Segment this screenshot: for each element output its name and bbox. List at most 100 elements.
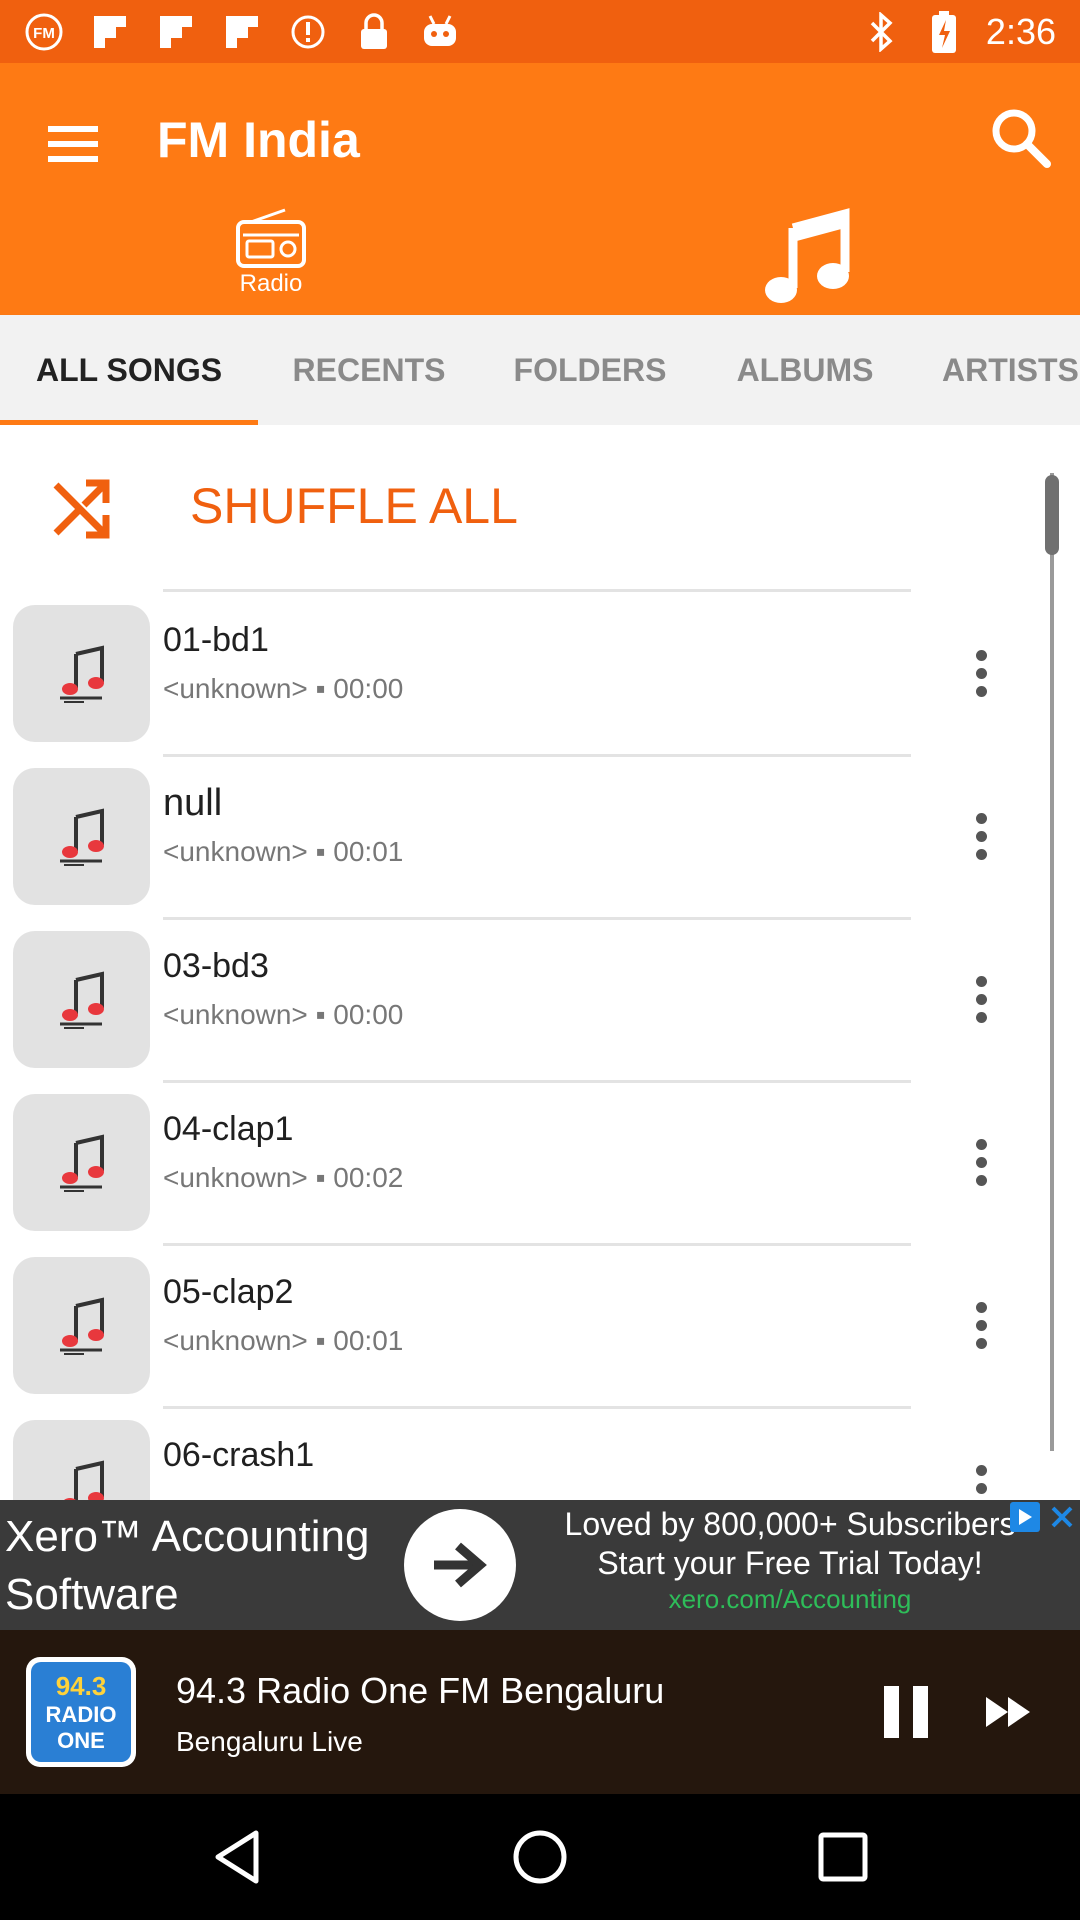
now-playing-title: 94.3 Radio One FM Bengaluru	[176, 1670, 665, 1711]
logo-word-1: RADIO	[45, 1701, 117, 1727]
ad-close-button[interactable]	[1046, 1502, 1078, 1532]
shuffle-all-label: SHUFFLE ALL	[190, 478, 518, 534]
flipboard-icon	[90, 12, 130, 52]
song-thumbnail	[13, 605, 150, 742]
flipboard-icon	[222, 12, 262, 52]
divider	[163, 589, 911, 592]
recents-square-icon	[818, 1832, 868, 1882]
tab-albums[interactable]: ALBUMS	[700, 315, 910, 425]
logo-frequency: 94.3	[55, 1670, 107, 1701]
music-note-icon	[59, 807, 104, 866]
tab-artists[interactable]: ARTISTS	[910, 315, 1080, 425]
home-button[interactable]	[505, 1822, 575, 1892]
music-note-icon	[59, 1133, 104, 1192]
song-thumbnail	[13, 1094, 150, 1231]
app-bar: FM India Radio	[0, 63, 1080, 315]
system-nav-bar	[0, 1794, 1080, 1920]
alert-icon	[288, 12, 328, 52]
shuffle-icon	[53, 479, 110, 539]
radio-icon	[236, 208, 306, 268]
status-bar: FM 2:36	[0, 0, 1080, 63]
music-note-icon	[63, 1459, 104, 1500]
app-title: FM India	[157, 112, 360, 168]
ad-headline: Xero™ Accounting Software	[5, 1512, 370, 1619]
lock-icon	[354, 12, 394, 52]
ad-banner[interactable]: Xero™ Accounting Software Loved by 800,0…	[0, 1500, 1080, 1630]
flipboard-icon	[156, 12, 196, 52]
more-options-icon[interactable]	[955, 1127, 1007, 1197]
now-playing-bar[interactable]: 94.3 RADIO ONE 94.3 Radio One FM Bengalu…	[0, 1630, 1080, 1794]
song-title: 06-crash1	[163, 1436, 315, 1474]
song-thumbnail	[13, 768, 150, 905]
song-meta: <unknown> ▪ 00:01	[163, 836, 404, 867]
song-row[interactable]: 06-crash1	[0, 1408, 1040, 1500]
song-row[interactable]: 05-clap2 <unknown> ▪ 00:01	[0, 1245, 1040, 1408]
song-thumbnail	[13, 1420, 150, 1500]
tab-all-songs[interactable]: ALL SONGS	[0, 315, 258, 425]
song-meta: <unknown> ▪ 00:00	[163, 673, 404, 704]
menu-button[interactable]	[42, 113, 104, 175]
search-button[interactable]	[982, 99, 1058, 175]
song-thumbnail	[13, 931, 150, 1068]
system-icons: 2:36	[862, 10, 1056, 53]
music-note-icon	[59, 1296, 104, 1355]
home-circle-icon	[513, 1830, 567, 1884]
music-note-icon	[59, 970, 104, 1029]
tab-recents[interactable]: RECENTS	[258, 315, 480, 425]
song-title: 01-bd1	[163, 621, 269, 659]
song-title: 05-clap2	[163, 1273, 294, 1311]
song-title: 04-clap1	[163, 1110, 294, 1148]
ad-arrow-button[interactable]	[404, 1509, 516, 1621]
more-options-icon[interactable]	[955, 1290, 1007, 1360]
scrollbar-track	[1050, 473, 1054, 1451]
more-options-icon[interactable]	[955, 1453, 1007, 1500]
song-title: null	[163, 782, 223, 824]
song-meta: <unknown> ▪ 00:00	[163, 999, 404, 1030]
search-icon	[992, 109, 1051, 168]
ad-cta-text: Start your Free Trial Today!	[597, 1545, 983, 1581]
svg-text:FM: FM	[33, 25, 55, 42]
adchoices-icon[interactable]	[1010, 1502, 1040, 1532]
radio-label: Radio	[239, 270, 303, 297]
pause-icon-bar	[913, 1686, 928, 1738]
tab-bar: ALL SONGS RECENTS FOLDERS ALBUMS ARTISTS	[0, 315, 1080, 425]
radio-mode-button[interactable]: Radio	[225, 208, 317, 308]
pause-icon-bar	[884, 1686, 899, 1738]
song-row[interactable]: 03-bd3 <unknown> ▪ 00:00	[0, 919, 1040, 1082]
recents-button[interactable]	[808, 1822, 878, 1892]
radio-one-logo: 94.3 RADIO ONE	[31, 1662, 131, 1762]
more-options-icon[interactable]	[955, 964, 1007, 1034]
song-meta: <unknown> ▪ 00:02	[163, 1162, 404, 1193]
back-button[interactable]	[202, 1822, 272, 1892]
song-row[interactable]: null <unknown> ▪ 00:01	[0, 756, 1040, 919]
hamburger-menu-icon	[48, 126, 98, 162]
song-thumbnail	[13, 1257, 150, 1394]
more-options-icon[interactable]	[955, 801, 1007, 871]
logo-word-2: ONE	[57, 1727, 105, 1753]
shuffle-all-button[interactable]: SHUFFLE ALL	[0, 425, 1040, 590]
song-row[interactable]: 04-clap1 <unknown> ▪ 00:02	[0, 1082, 1040, 1245]
scrollbar-thumb[interactable]	[1045, 475, 1059, 555]
clock: 2:36	[985, 10, 1056, 52]
tab-folders[interactable]: FOLDERS	[480, 315, 700, 425]
song-row[interactable]: 01-bd1 <unknown> ▪ 00:00	[0, 593, 1040, 756]
more-options-icon[interactable]	[955, 638, 1007, 708]
ad-url: xero.com/Accounting	[668, 1584, 912, 1614]
song-list[interactable]: SHUFFLE ALL 01-bd1 <unknown> ▪ 00:00 null <…	[0, 425, 1080, 1500]
charging-icon	[924, 10, 964, 53]
close-icon	[1051, 1506, 1073, 1528]
pause-button[interactable]	[878, 1680, 934, 1744]
notification-icons: FM	[24, 12, 460, 52]
music-note-icon	[59, 644, 104, 703]
fast-forward-icon	[986, 1697, 1030, 1727]
next-button[interactable]	[980, 1680, 1036, 1744]
music-note-icon	[764, 208, 849, 303]
app-root: FM 2:36 FM India Radio ALL SONGS RECENTS…	[0, 0, 1080, 1920]
android-debug-icon	[420, 12, 460, 52]
song-title: 03-bd3	[163, 947, 269, 985]
back-triangle-icon	[215, 1830, 259, 1884]
music-mode-button[interactable]	[758, 208, 853, 308]
fm-app-icon: FM	[24, 12, 64, 52]
song-meta: <unknown> ▪ 00:01	[163, 1325, 404, 1356]
bluetooth-icon	[862, 11, 902, 52]
